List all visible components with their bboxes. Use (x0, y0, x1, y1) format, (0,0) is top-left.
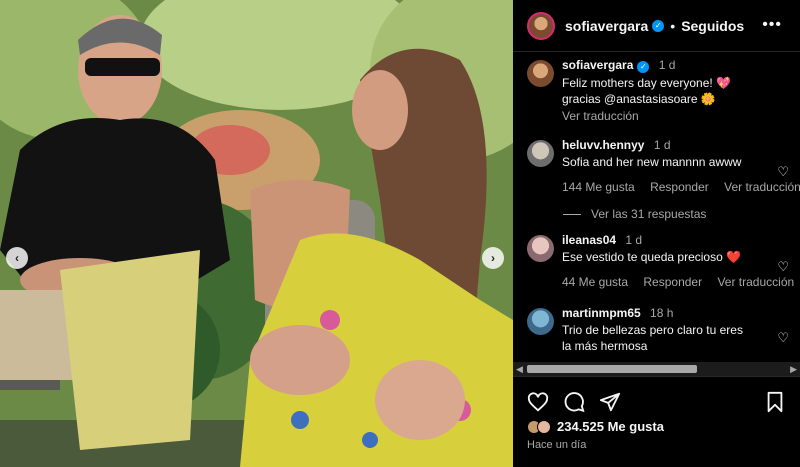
comment-text-line2: la más hermosa (562, 339, 648, 353)
author-username[interactable]: sofiavergara (565, 18, 648, 34)
see-translation-link[interactable]: Ver traducción (562, 109, 772, 123)
comment-username[interactable]: martinmpm65 (562, 306, 641, 320)
comment-text: Sofia and her new mannnn awww (562, 155, 742, 169)
likes-summary[interactable]: 234.525 Me gusta (527, 419, 664, 434)
verified-badge-icon: ✓ (652, 19, 665, 32)
comment-likes[interactable]: 144 Me gusta (562, 180, 635, 194)
reply-button[interactable]: Responder (650, 180, 709, 194)
see-translation-link[interactable]: Ver traducción (724, 180, 800, 194)
caption-username[interactable]: sofiavergara (562, 58, 633, 72)
author-avatar[interactable] (527, 60, 554, 87)
share-icon[interactable] (599, 391, 621, 413)
comment-icon[interactable] (563, 391, 585, 413)
replies-line-divider (563, 214, 581, 216)
comment-username[interactable]: heluvv.hennyy (562, 138, 644, 152)
view-replies-label: Ver las 31 respuestas (591, 207, 707, 221)
likes-count[interactable]: 234.525 Me gusta (557, 419, 664, 434)
heart-icon[interactable] (527, 391, 549, 413)
post-photo: ‹ › (0, 0, 513, 467)
commenter-avatar[interactable] (527, 140, 554, 167)
comment-text: Ese vestido te queda precioso ❤️ (562, 250, 742, 264)
next-photo-button[interactable]: › (482, 247, 504, 269)
post-side-panel: sofiavergara ✓ • Seguidos ••• sofiaverga… (513, 0, 800, 467)
caption-text-line1: Feliz mothers day everyone! 💖 (562, 75, 732, 90)
post-header: sofiavergara ✓ • Seguidos ••• (513, 0, 800, 52)
reply-button[interactable]: Responder (643, 275, 702, 289)
comment-username[interactable]: ileanas04 (562, 233, 616, 247)
like-comment-heart-icon[interactable]: ♡ (777, 259, 789, 275)
verified-badge-icon: ✓ (637, 60, 650, 73)
view-replies-link[interactable]: Ver las 31 respuestas (563, 207, 706, 221)
caption-time[interactable]: 1 d (659, 58, 676, 72)
comment-text-line1: Trio de bellezas pero claro tu eres (562, 323, 743, 337)
scroll-right-arrow-icon[interactable]: ▶ (790, 364, 797, 375)
scroll-left-arrow-icon[interactable]: ◀ (516, 364, 523, 375)
like-comment-heart-icon[interactable]: ♡ (777, 164, 789, 180)
post-actions: 234.525 Me gusta Hace un día (513, 376, 800, 467)
comment-time[interactable]: 18 h (650, 306, 673, 320)
comments-list: sofiavergara ✓ 1 d Feliz mothers day ever… (513, 52, 800, 362)
previous-photo-button[interactable]: ‹ (6, 247, 28, 269)
like-comment-heart-icon[interactable]: ♡ (777, 330, 789, 346)
author-avatar[interactable] (527, 11, 555, 40)
more-options-icon[interactable]: ••• (762, 16, 782, 34)
comment-time[interactable]: 1 d (625, 233, 642, 247)
post-timestamp[interactable]: Hace un día (527, 439, 586, 451)
photo-illustration (0, 0, 513, 467)
follow-status-button[interactable]: Seguidos (681, 18, 744, 34)
commenter-avatar[interactable] (527, 235, 554, 262)
bookmark-icon[interactable] (764, 391, 786, 413)
chevron-left-icon: ‹ (15, 251, 19, 265)
comment-time[interactable]: 1 d (654, 138, 671, 152)
comment-likes[interactable]: 44 Me gusta (562, 275, 628, 289)
caption-text-line2: gracias @anastasiasoare 🌼 (562, 91, 716, 106)
chevron-right-icon: › (491, 251, 495, 265)
scrollbar-thumb[interactable] (527, 365, 697, 373)
liker-avatar (537, 419, 551, 434)
horizontal-scrollbar[interactable]: ◀ ▶ (513, 362, 800, 376)
see-translation-link[interactable]: Ver traducción (717, 275, 794, 289)
separator-dot: • (670, 17, 676, 34)
commenter-avatar[interactable] (527, 308, 554, 335)
